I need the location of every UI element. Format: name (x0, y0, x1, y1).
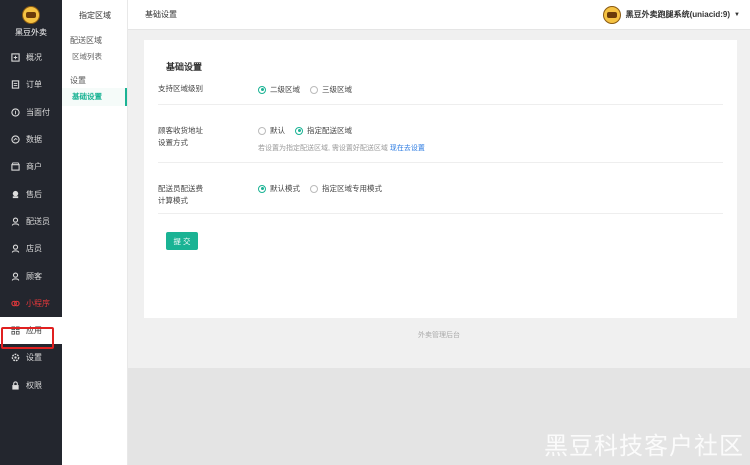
nav-item-orders[interactable]: 订单 (0, 71, 62, 98)
radio-icon (310, 184, 318, 193)
sub-sidebar: 指定区域 配送区域 区域列表 设置 基础设置 (62, 0, 128, 465)
go-setup-link[interactable]: 现在去设置 (390, 145, 425, 152)
area-level-options: 二级区域 三级区域 (258, 84, 362, 95)
nav-item-permissions[interactable]: 权限 (0, 372, 62, 399)
highlight-box-apps (1, 327, 54, 349)
sub-group-settings: 设置 (70, 76, 86, 85)
radio-icon (258, 126, 266, 135)
order-icon (10, 80, 20, 90)
divider (158, 162, 723, 163)
footer-text: 外卖管理后台 (418, 332, 460, 339)
fee-mode-default[interactable]: 默认模式 (258, 183, 300, 194)
card-title: 基础设置 (166, 62, 203, 72)
user-name: 黑豆外卖跑腿系统(uniacid:9) (625, 10, 731, 19)
nav-label: 概况 (26, 53, 42, 63)
caret-down-icon: ▼ (734, 11, 740, 18)
nav-item-couriers[interactable]: 配送员 (0, 208, 62, 235)
area-level-option-2[interactable]: 二级区域 (258, 84, 300, 95)
address-mode-options: 默认 指定配送区域 (258, 125, 362, 136)
miniprogram-icon (10, 298, 20, 308)
nav-label: 设置 (26, 353, 42, 363)
brand[interactable]: 黑豆外卖 (0, 0, 62, 44)
radio-icon (258, 85, 266, 94)
fee-mode-label: 配送员配送费 计算模式 (158, 184, 203, 205)
nav-label: 当面付 (26, 107, 50, 117)
shop-icon (10, 162, 20, 172)
address-mode-area[interactable]: 指定配送区域 (295, 125, 352, 136)
avatar (602, 5, 621, 24)
submit-button[interactable]: 提 交 (166, 232, 198, 250)
nav-label: 商户 (26, 162, 42, 172)
address-mode-hint: 若设置为指定配送区域, 需设置好配送区域 现在去设置 (258, 145, 425, 152)
nav-item-customers[interactable]: 顾客 (0, 262, 62, 289)
nav-label: 顾客 (26, 271, 42, 281)
sub-link-area-list[interactable]: 区域列表 (62, 48, 127, 66)
nav-item-merchants[interactable]: 商户 (0, 153, 62, 180)
settings-card: 基础设置 支持区域级别 二级区域 三级区域 顾客收货地址 设置方式 默认 指定配送… (144, 40, 737, 318)
nav-item-overview[interactable]: 概况 (0, 44, 62, 71)
nav-label: 权限 (26, 380, 42, 390)
aftersale-icon (10, 189, 20, 199)
sub-group-delivery-area: 配送区域 (70, 36, 102, 45)
breadcrumb: 基础设置 (145, 10, 177, 19)
sub-link-basic-settings[interactable]: 基础设置 (62, 88, 127, 106)
fee-mode-area[interactable]: 指定区域专用模式 (310, 183, 382, 194)
nav-label: 店员 (26, 244, 42, 254)
nav-label: 售后 (26, 189, 42, 199)
nav-item-miniprogram[interactable]: 小程序 (0, 290, 62, 317)
divider (158, 104, 723, 105)
nav-item-aftersale[interactable]: 售后 (0, 180, 62, 207)
nav-item-clerks[interactable]: 店员 (0, 235, 62, 262)
lock-icon (10, 380, 20, 390)
address-mode-label: 顾客收货地址 设置方式 (158, 126, 203, 147)
address-mode-default[interactable]: 默认 (258, 125, 285, 136)
nav-item-facepay[interactable]: 当面付 (0, 99, 62, 126)
radio-icon (258, 184, 266, 193)
nav-label: 小程序 (26, 298, 50, 308)
clerk-icon (10, 244, 20, 254)
main-sidebar: 黑豆外卖 概况 订单 当面付 数据 商户 售后 配送员 店员 顾客 小程序 应用… (0, 0, 62, 465)
gear-icon (10, 353, 20, 363)
nav-label: 配送员 (26, 216, 50, 226)
nav-label: 数据 (26, 135, 42, 145)
courier-icon (10, 216, 20, 226)
user-menu[interactable]: 黑豆外卖跑腿系统(uniacid:9) ▼ (602, 5, 740, 24)
sub-sidebar-title: 指定区域 (79, 10, 111, 20)
fee-mode-options: 默认模式 指定区域专用模式 (258, 183, 392, 194)
brand-name: 黑豆外卖 (15, 28, 47, 37)
logo-icon (22, 6, 40, 24)
divider (158, 213, 723, 214)
pay-icon (10, 107, 20, 117)
dashboard-icon (10, 53, 20, 63)
nav-item-data[interactable]: 数据 (0, 126, 62, 153)
nav-label: 订单 (26, 80, 42, 90)
radio-icon (295, 126, 303, 135)
customer-icon (10, 271, 20, 281)
area-level-option-3[interactable]: 三级区域 (310, 84, 352, 95)
chart-icon (10, 135, 20, 145)
top-header: 基础设置 黑豆外卖跑腿系统(uniacid:9) ▼ (128, 0, 750, 30)
radio-icon (310, 85, 318, 94)
area-level-label: 支持区域级别 (158, 84, 203, 93)
watermark: 黑豆科技客户社区 (544, 433, 744, 460)
